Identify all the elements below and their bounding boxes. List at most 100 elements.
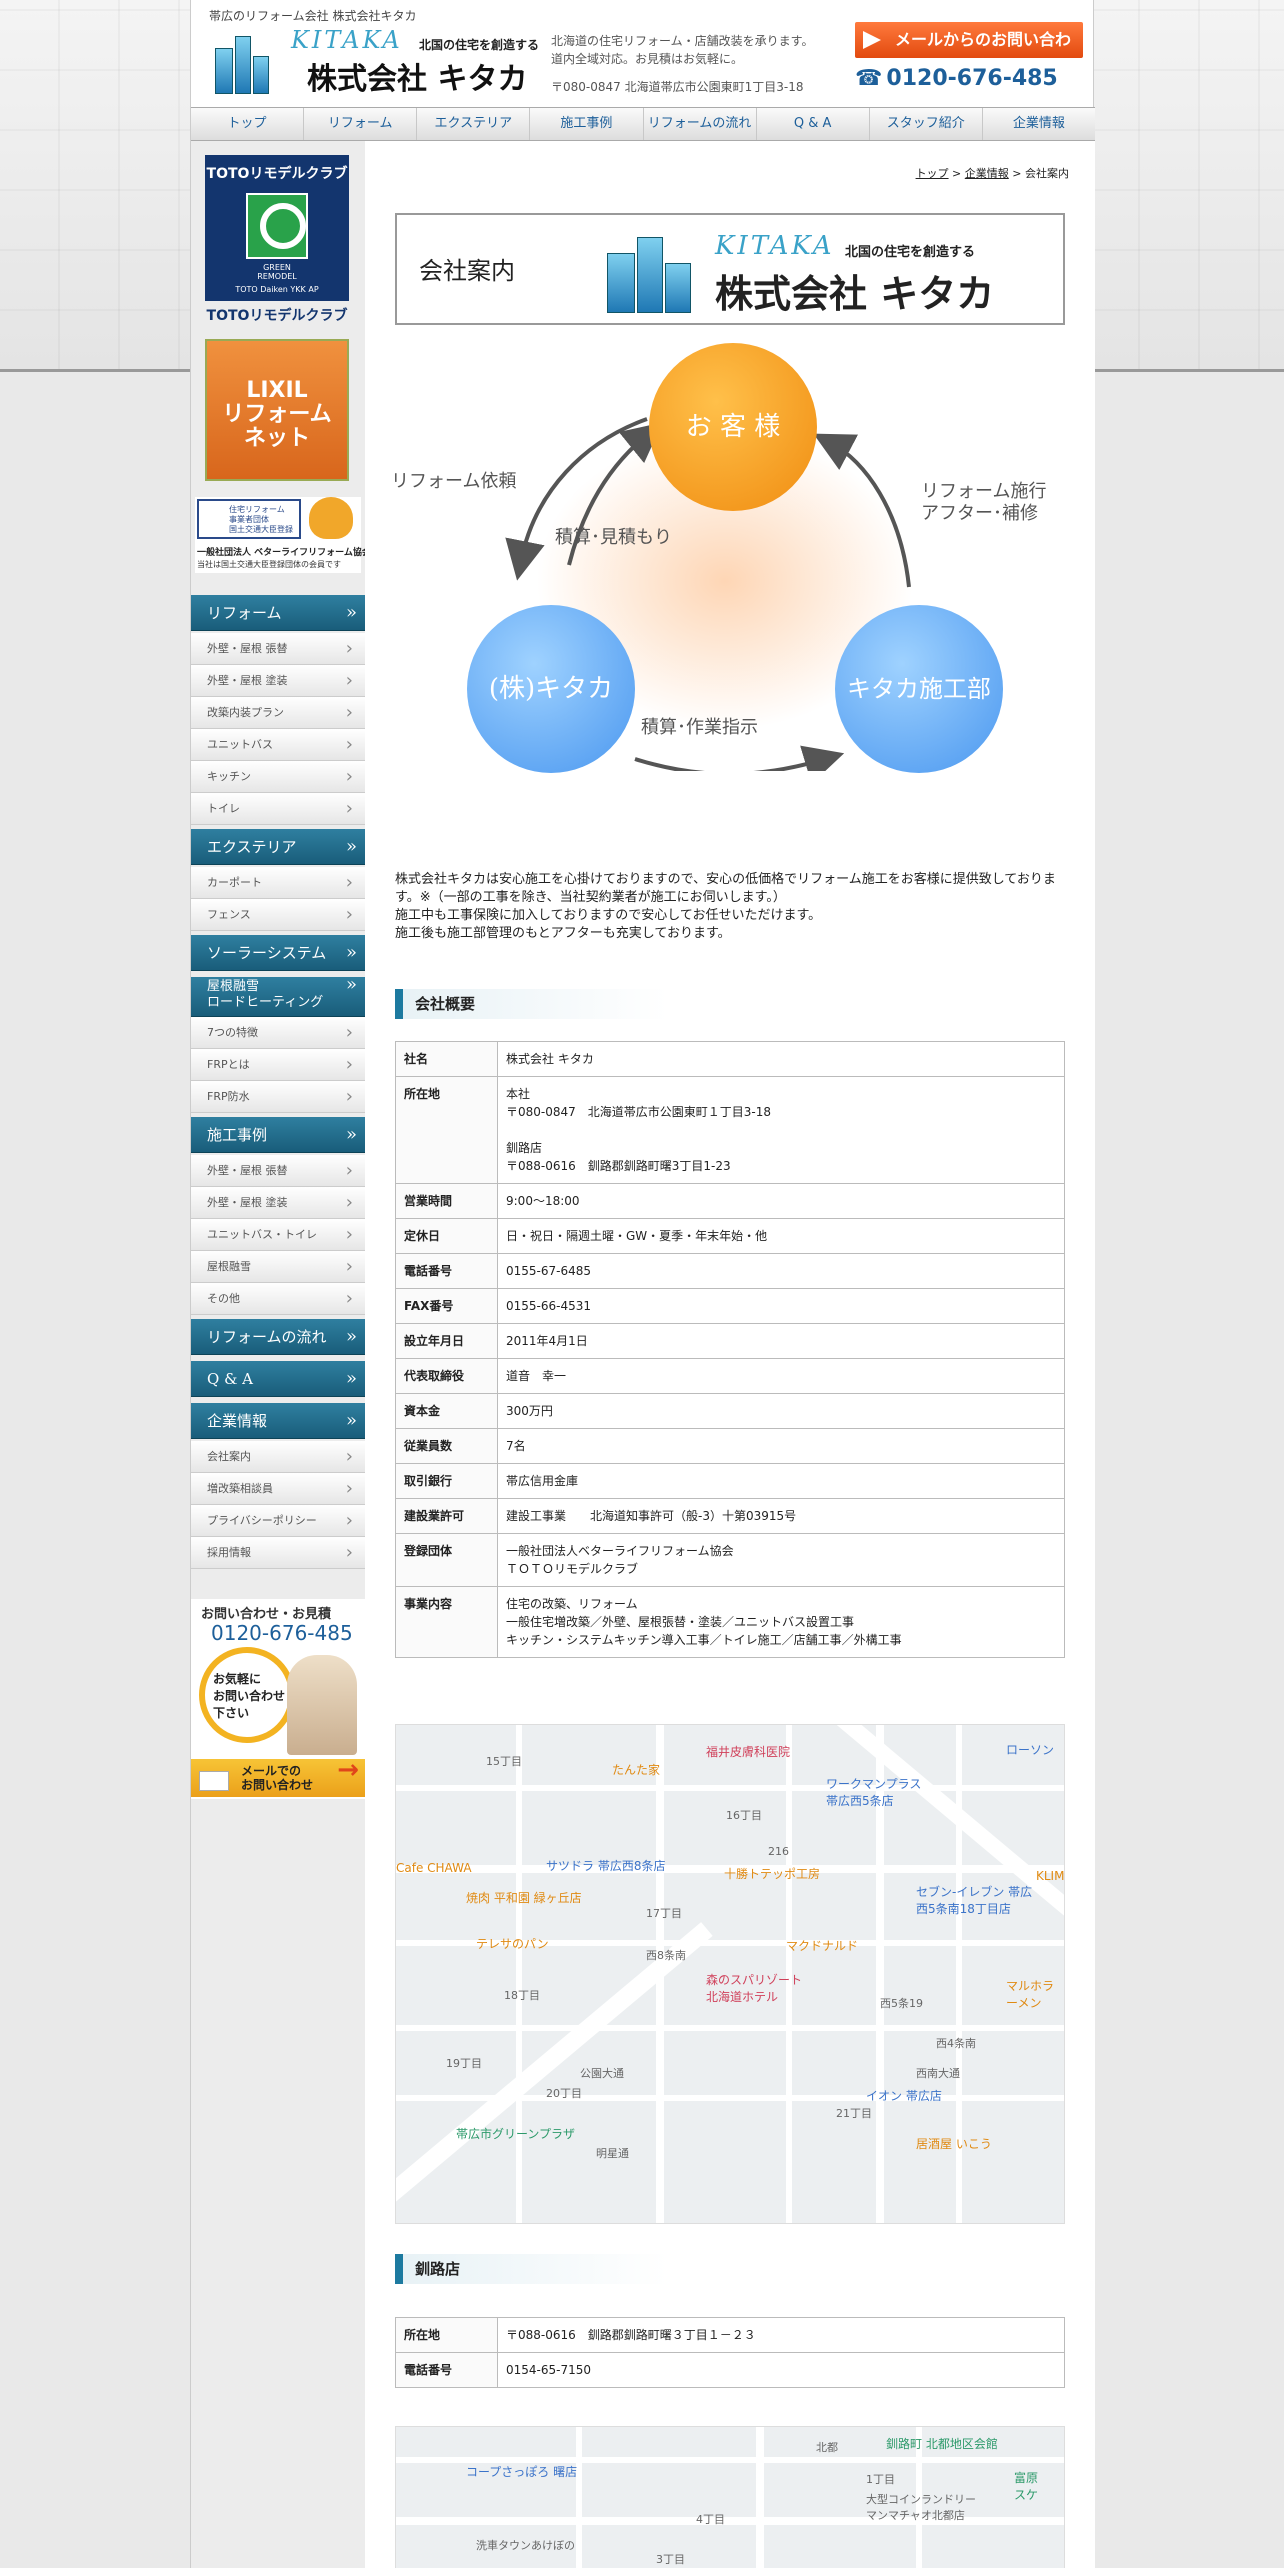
table-row: 取引銀行 帯広信用金庫 <box>395 1463 1065 1499</box>
side-menu-head-5[interactable]: リフォームの流れ <box>191 1319 365 1355</box>
map-pin[interactable]: テレサのパン <box>476 1935 549 1952</box>
map-pin[interactable]: KLIM <box>1036 1869 1064 1883</box>
toto-remodel-caption: TOTOリモデルクラブ <box>206 308 348 324</box>
map-pin[interactable]: 福井皮膚科医院 <box>706 1743 790 1760</box>
side-menu-item[interactable]: フェンス <box>191 899 365 931</box>
header-tagline: 帯広のリフォーム会社 株式会社キタカ <box>209 9 417 23</box>
map-street-label: 西5条19 <box>880 1997 923 2010</box>
nav-flow[interactable]: リフォームの流れ <box>644 108 757 140</box>
map-pin[interactable]: セブン-イレブン 帯広 西5条南18丁目店 <box>916 1883 1032 1917</box>
map-pin[interactable]: マルホラーメン <box>1006 1977 1064 2011</box>
row-key: 設立年月日 <box>395 1323 498 1359</box>
lixil-reform-banner[interactable]: LIXIL リフォーム ネット <box>205 339 349 481</box>
main-content: トップ > 企業情報 > 会社案内 会社案内 KITAKA 北国の住宅を創造する… <box>365 141 1095 2568</box>
kushiro-heading: 釧路店 <box>395 2254 1065 2284</box>
nav-company[interactable]: 企業情報 <box>983 108 1095 140</box>
nav-top[interactable]: トップ <box>191 108 305 140</box>
honsha-map[interactable]: 福井皮膚科医院たんた家ワークマンプラス 帯広西5条店サツドラ 帯広西8条店 十勝ト… <box>395 1724 1065 2224</box>
nav-qa[interactable]: Q & A <box>757 108 870 140</box>
nav-reform[interactable]: リフォーム <box>304 108 418 140</box>
map-pin[interactable]: 居酒屋 いこう <box>916 2135 992 2152</box>
map-pin[interactable]: イオン 帯広店 <box>866 2087 942 2104</box>
side-menu-head-4[interactable]: 施工事例 <box>191 1117 365 1153</box>
side-menu-head-1[interactable]: エクステリア <box>191 829 365 865</box>
row-value: 株式会社 キタカ <box>497 1041 1065 1077</box>
side-menu-head-3[interactable]: 屋根融雪 ロードヒーティング <box>191 977 365 1017</box>
map-pin[interactable]: 焼肉 平和園 緑ヶ丘店 <box>466 1889 582 1906</box>
map-pin[interactable]: 帯広市グリーンプラザ <box>456 2125 575 2142</box>
map-pin[interactable]: たんた家 <box>612 1761 660 1778</box>
map-street-label: 西南大通 <box>916 2067 960 2080</box>
contact-banner[interactable]: お問い合わせ・お見積 0120-676-485 お気軽に お問い合わせ 下さい … <box>191 1599 365 1799</box>
toto-remodel-banner[interactable]: TOTOリモデルクラブ GREEN REMODEL TOTO Daiken YK… <box>205 155 349 301</box>
side-menu-item[interactable]: ユニットバス・トイレ <box>191 1219 365 1251</box>
side-menu-item[interactable]: キッチン <box>191 761 365 793</box>
header-description: 北海道の住宅リフォーム・店舗改装を承ります。 道内全域対応。お見積はお気軽に。 <box>551 34 814 66</box>
map-pin[interactable]: 洗車タウンあけぼの <box>476 2537 575 2553</box>
map-pin[interactable]: ローソン <box>1006 1741 1054 1758</box>
row-key: 電話番号 <box>395 2352 498 2388</box>
side-menu-item[interactable]: 増改築相談員 <box>191 1473 365 1505</box>
side-menu-item[interactable]: 採用情報 <box>191 1537 365 1569</box>
side-menu-head-0[interactable]: リフォーム <box>191 595 365 631</box>
header-tel[interactable]: ☎ 0120-676-485 <box>855 62 1062 92</box>
kushiro-map[interactable]: 釧路町 北都地区会館コープさっぽろ 曙店大型コインランドリー マンマチャオ北都店… <box>395 2426 1065 2568</box>
side-menu-item[interactable]: 会社案内 <box>191 1441 365 1473</box>
side-menu-item[interactable]: 外壁・屋根 張替 <box>191 1155 365 1187</box>
breadcrumb-top[interactable]: トップ <box>916 167 949 180</box>
row-key: FAX番号 <box>395 1288 498 1324</box>
side-menu-item[interactable]: 改築内装プラン <box>191 697 365 729</box>
row-key: 事業内容 <box>395 1586 498 1658</box>
map-street-label: 19丁目 <box>446 2057 482 2070</box>
map-pin[interactable]: Cafe CHAWA <box>396 1861 472 1875</box>
mail-contact-button[interactable]: メールでの お問い合わせ <box>191 1759 365 1797</box>
breadcrumb-current: 会社案内 <box>1025 167 1069 180</box>
map-pin[interactable]: 大型コインランドリー マンマチャオ北都店 <box>866 2491 976 2523</box>
map-street-label: 15丁目 <box>486 1755 522 1768</box>
side-menu-head-7[interactable]: 企業情報 <box>191 1403 365 1439</box>
map-pin[interactable]: 富原 スケ <box>1014 2469 1038 2503</box>
side-menu-item[interactable]: 7つの特徴 <box>191 1017 365 1049</box>
side-menu-item[interactable]: その他 <box>191 1283 365 1315</box>
side-menu-item[interactable]: FRPとは <box>191 1049 365 1081</box>
side-menu-head-2[interactable]: ソーラーシステム <box>191 935 365 971</box>
mail-inquiry-button[interactable]: メールからのお問い合わせ <box>855 22 1083 85</box>
better-life-banner[interactable]: 住宅リフォーム 事業者団体 国土交通大臣登録 一般社団法人 ベターライフリフォー… <box>195 497 371 573</box>
side-menu-item[interactable]: ユニットバス <box>191 729 365 761</box>
nav-cases[interactable]: 施工事例 <box>530 108 644 140</box>
row-value: 2011年4月1日 <box>497 1323 1065 1359</box>
site-logo[interactable]: KITAKA 北国の住宅を創造する 株式会社 キタカ <box>209 26 539 98</box>
side-menu-head-6[interactable]: Q & A <box>191 1361 365 1397</box>
side-menu-item[interactable]: 屋根融雪 <box>191 1251 365 1283</box>
side-menu-item[interactable]: プライバシーポリシー <box>191 1505 365 1537</box>
kitaka-circle: (株)キタカ <box>467 605 635 773</box>
map-street-label: 西4条南 <box>936 2037 976 2050</box>
side-menu-item[interactable]: FRP防水 <box>191 1081 365 1113</box>
row-value: 日・祝日・隔週土曜・GW・夏季・年末年始・他 <box>497 1218 1065 1254</box>
map-pin[interactable]: マクドナルド <box>786 1937 858 1954</box>
side-menu-item[interactable]: 外壁・屋根 塗装 <box>191 665 365 697</box>
side-menu-item[interactable]: 外壁・屋根 張替 <box>191 633 365 665</box>
row-value: 300万円 <box>497 1393 1065 1429</box>
nav-staff[interactable]: スタッフ紹介 <box>870 108 983 140</box>
map-pin[interactable]: 森のスパリゾート 北海道ホテル <box>706 1971 802 2005</box>
map-pin[interactable]: サツドラ 帯広西8条店 <box>546 1857 665 1874</box>
logo-company-name: 株式会社 キタカ <box>307 62 528 97</box>
map-pin[interactable]: 釧路町 北都地区会館 <box>886 2435 998 2452</box>
row-key: 代表取締役 <box>395 1358 498 1394</box>
map-pin[interactable]: 十勝トテッポ工房 <box>724 1865 820 1882</box>
map-road <box>516 1725 522 2223</box>
nav-exterior[interactable]: エクステリア <box>417 108 531 140</box>
map-pin[interactable]: ワークマンプラス 帯広西5条店 <box>826 1775 921 1809</box>
row-value: 帯広信用金庫 <box>497 1463 1065 1499</box>
owl-icon <box>309 497 353 539</box>
side-menu-item[interactable]: カーポート <box>191 867 365 899</box>
map-street-label: 明星通 <box>596 2147 629 2160</box>
header-address: 〒080-0847 北海道帯広市公園東町1丁目3-18 <box>551 80 804 94</box>
side-menu-item[interactable]: トイレ <box>191 793 365 825</box>
breadcrumb-company[interactable]: 企業情報 <box>965 167 1009 180</box>
map-pin[interactable]: コープさっぽろ 曙店 <box>466 2463 577 2480</box>
breadcrumb: トップ > 企業情報 > 会社案内 <box>915 167 1069 180</box>
side-menu-item[interactable]: 外壁・屋根 塗装 <box>191 1187 365 1219</box>
company-intro: 株式会社キタカは安心施工を心掛けておりますので、安心の低価格でリフォーム施工をお… <box>395 872 1056 941</box>
